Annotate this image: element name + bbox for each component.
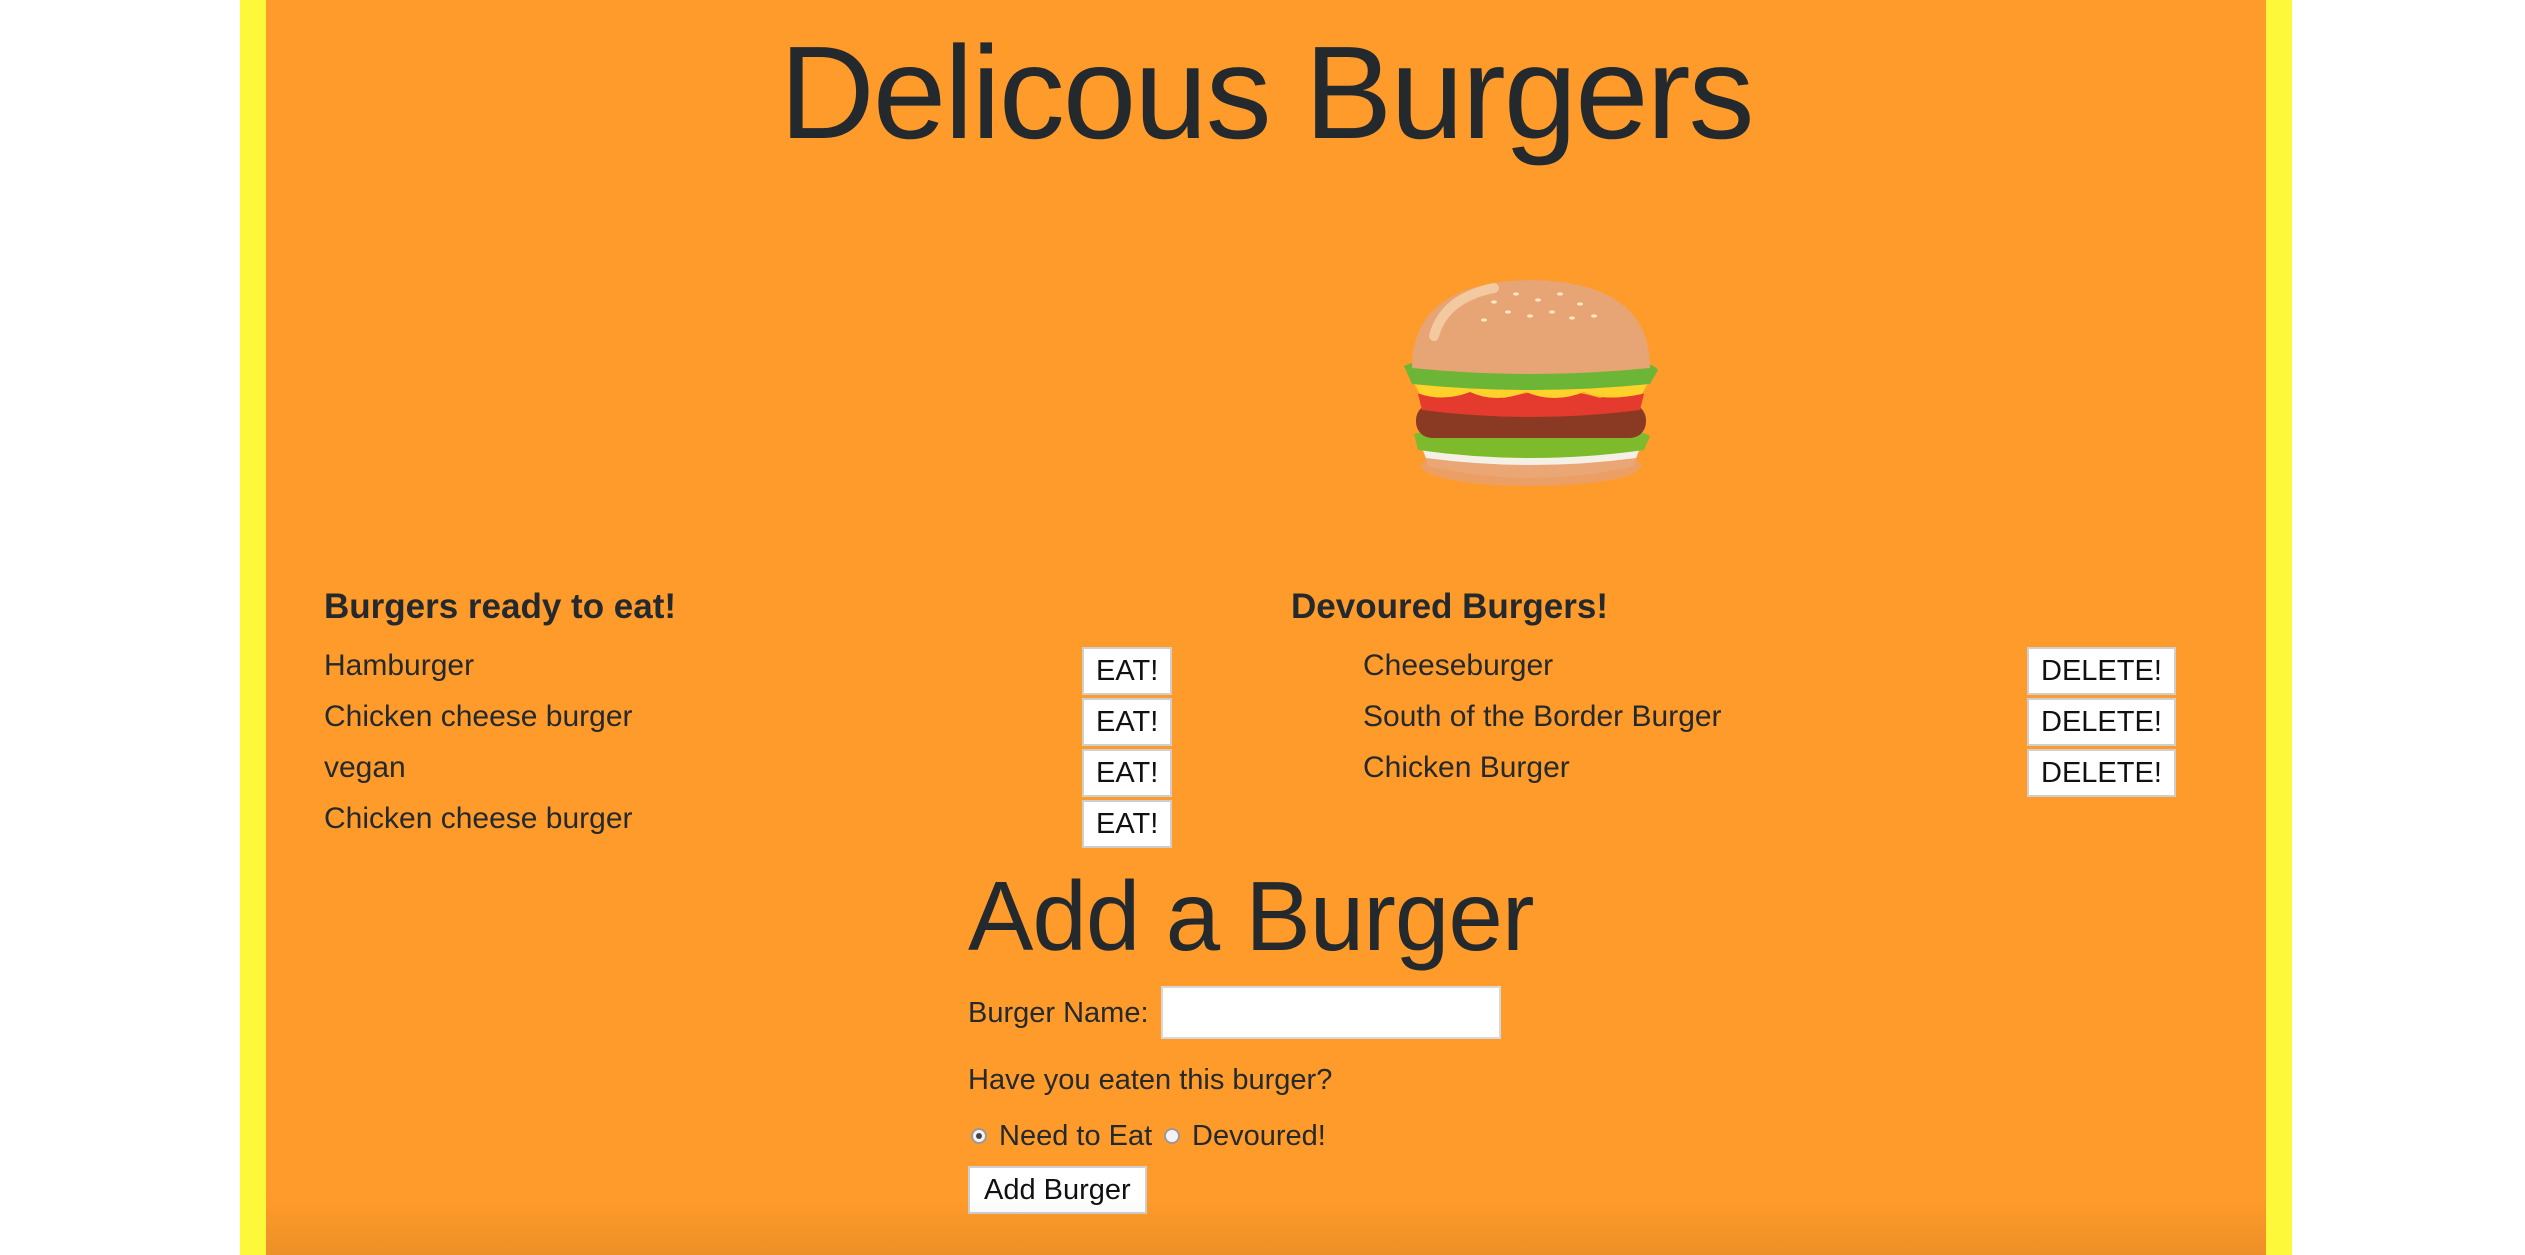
need-to-eat-radio[interactable]	[971, 1128, 987, 1144]
eat-button[interactable]: EAT!	[1082, 800, 1173, 848]
burger-name: Cheeseburger	[1363, 649, 1554, 682]
devoured-radio[interactable]	[1164, 1128, 1180, 1144]
need-to-eat-label: Need to Eat	[999, 1120, 1153, 1152]
hamburger-icon	[1404, 280, 1658, 486]
burger-name-input[interactable]	[1161, 986, 1501, 1039]
burger-name: Chicken Burger	[1363, 751, 1570, 784]
list-item: Chicken cheese burger EAT!	[324, 798, 1179, 849]
eat-button[interactable]: EAT!	[1082, 698, 1173, 746]
eat-button[interactable]: EAT!	[1082, 749, 1173, 797]
eat-button[interactable]: EAT!	[1082, 647, 1173, 695]
list-item: vegan EAT!	[324, 747, 1179, 798]
burger-name: vegan	[324, 751, 406, 784]
burger-name: Chicken cheese burger	[324, 802, 633, 835]
burger-name-label: Burger Name:	[968, 997, 1149, 1029]
list-item: Chicken Burger DELETE!	[1363, 747, 2176, 798]
list-item: Cheeseburger DELETE!	[1363, 645, 2176, 696]
list-item: Chicken cheese burger EAT!	[324, 696, 1179, 747]
delete-button[interactable]: DELETE!	[2027, 698, 2176, 746]
add-burger-button[interactable]: Add Burger	[968, 1166, 1147, 1214]
add-burger-heading: Add a Burger	[968, 861, 1534, 971]
burger-name: Hamburger	[324, 649, 475, 682]
burger-name: South of the Border Burger	[1363, 700, 1722, 733]
delete-button[interactable]: DELETE!	[2027, 647, 2176, 695]
ready-list: Hamburger EAT! Chicken cheese burger EAT…	[324, 645, 1179, 849]
devoured-heading: Devoured Burgers!	[1291, 587, 1609, 626]
devoured-list: Cheeseburger DELETE! South of the Border…	[1363, 645, 2176, 798]
burger-name: Chicken cheese burger	[324, 700, 633, 733]
page-container: Delicous Burgers Burgers ready to eat! H…	[240, 0, 2292, 1255]
list-item: Hamburger EAT!	[324, 645, 1179, 696]
devoured-label: Devoured!	[1192, 1120, 1326, 1152]
ready-heading: Burgers ready to eat!	[324, 587, 677, 626]
list-item: South of the Border Burger DELETE!	[1363, 696, 2176, 747]
page-title: Delicous Burgers	[779, 19, 1754, 166]
eaten-question: Have you eaten this burger?	[968, 1064, 1333, 1096]
delete-button[interactable]: DELETE!	[2027, 749, 2176, 797]
bottom-shadow	[266, 1195, 2266, 1255]
